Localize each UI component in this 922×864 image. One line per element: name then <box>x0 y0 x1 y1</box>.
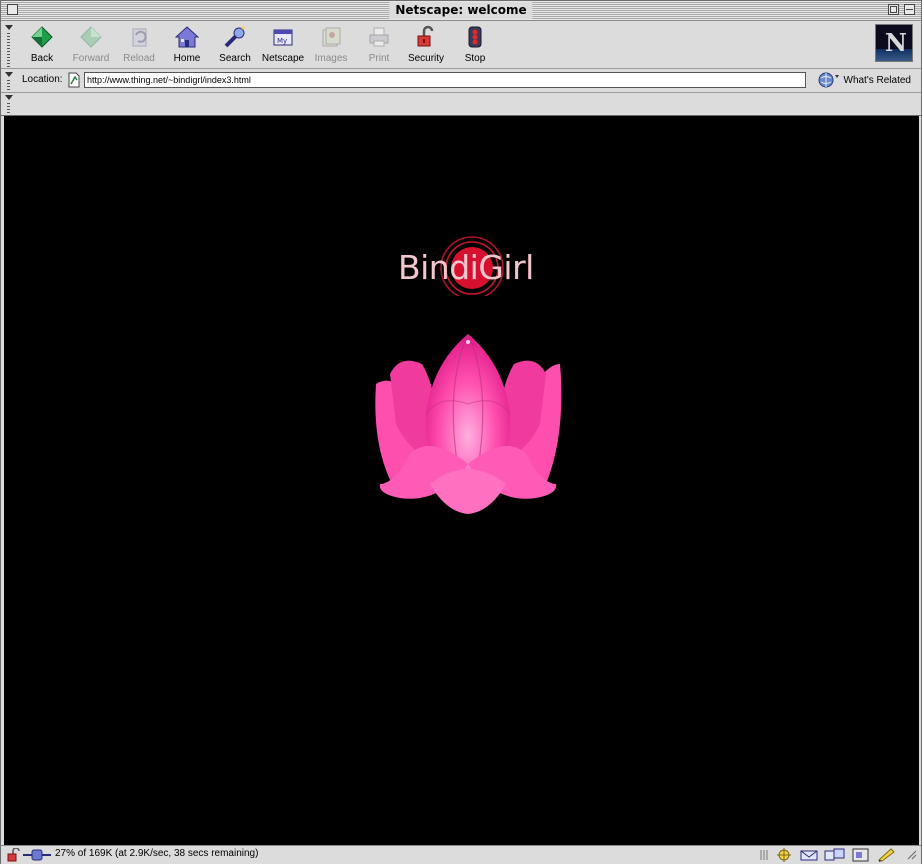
search-icon <box>224 26 245 48</box>
images-icon <box>322 27 341 47</box>
location-collapse-tab[interactable] <box>5 72 13 92</box>
window-title: Netscape: welcome <box>389 2 533 19</box>
whats-related-label: What's Related <box>843 74 912 86</box>
svg-text:My: My <box>277 37 287 45</box>
window-resize-handle[interactable] <box>905 848 917 862</box>
home-label: Home <box>173 53 201 64</box>
search-label: Search <box>219 53 251 64</box>
stop-button[interactable]: Stop <box>451 25 499 67</box>
images-label: Images <box>314 53 348 64</box>
stop-label: Stop <box>464 53 486 64</box>
print-icon <box>369 27 389 47</box>
print-label: Print <box>368 53 390 64</box>
online-connection-icon[interactable] <box>23 848 51 862</box>
browser-window: Netscape: welcome Back Forward Reload Ho… <box>0 0 922 864</box>
brand-wordmark: BindiGirl <box>398 248 534 287</box>
print-button[interactable]: Print <box>355 25 403 67</box>
close-box-button[interactable] <box>7 4 18 15</box>
whats-related-button[interactable]: What's Related <box>818 71 912 89</box>
url-field[interactable] <box>84 72 806 88</box>
composer-component-icon[interactable] <box>877 848 897 862</box>
lotus-flower-image[interactable] <box>370 334 566 516</box>
home-icon <box>175 26 199 48</box>
security-button[interactable]: Security <box>402 25 450 67</box>
page-proxy-icon[interactable] <box>67 72 81 88</box>
back-button[interactable]: Back <box>18 25 66 67</box>
reload-button[interactable]: Reload <box>115 25 163 67</box>
my-netscape-button[interactable]: My Netscape <box>259 25 307 67</box>
bindigirl-logo[interactable]: BindiGirl <box>396 236 546 296</box>
back-label: Back <box>30 53 54 64</box>
search-button[interactable]: Search <box>211 25 259 67</box>
back-arrow-icon <box>31 26 53 48</box>
address-book-component-icon[interactable] <box>851 848 871 862</box>
navigator-component-icon[interactable] <box>775 848 793 862</box>
forward-arrow-icon <box>80 26 102 48</box>
home-button[interactable]: Home <box>163 25 211 67</box>
images-button[interactable]: Images <box>307 25 355 67</box>
title-bar[interactable]: Netscape: welcome <box>1 1 921 21</box>
forward-button[interactable]: Forward <box>67 25 115 67</box>
newsgroups-component-icon[interactable] <box>824 848 846 862</box>
reload-label: Reload <box>123 53 155 64</box>
security-label: Security <box>407 53 445 64</box>
reload-icon <box>132 28 147 47</box>
status-bar: 27% of 169K (at 2.9K/sec, 38 secs remain… <box>1 845 921 864</box>
personal-toolbar <box>1 93 921 116</box>
forward-label: Forward <box>72 53 110 64</box>
my-netscape-label: Netscape <box>261 53 305 64</box>
netscape-throbber-logo[interactable]: N <box>875 24 913 62</box>
resize-grip-icon <box>760 850 768 860</box>
personal-toolbar-collapse-tab[interactable] <box>5 95 13 115</box>
my-netscape-icon: My <box>273 29 293 46</box>
navigation-toolbar: Back Forward Reload Home Search My Netsc… <box>1 21 921 69</box>
toolbar-collapse-tab[interactable] <box>5 25 13 67</box>
zoom-box-button[interactable] <box>888 4 899 15</box>
location-label: Location: <box>22 74 63 85</box>
stop-icon <box>468 26 482 48</box>
page-content: BindiGirl <box>4 116 919 845</box>
security-status-icon[interactable] <box>7 848 21 862</box>
status-text: 27% of 169K (at 2.9K/sec, 38 secs remain… <box>55 848 259 859</box>
location-toolbar: Location: What's Related <box>1 69 921 93</box>
mail-component-icon[interactable] <box>800 848 820 862</box>
security-lock-icon <box>417 25 434 47</box>
netscape-n-icon: N <box>885 28 907 57</box>
collapse-box-button[interactable] <box>904 4 915 15</box>
whats-related-icon <box>818 72 839 88</box>
